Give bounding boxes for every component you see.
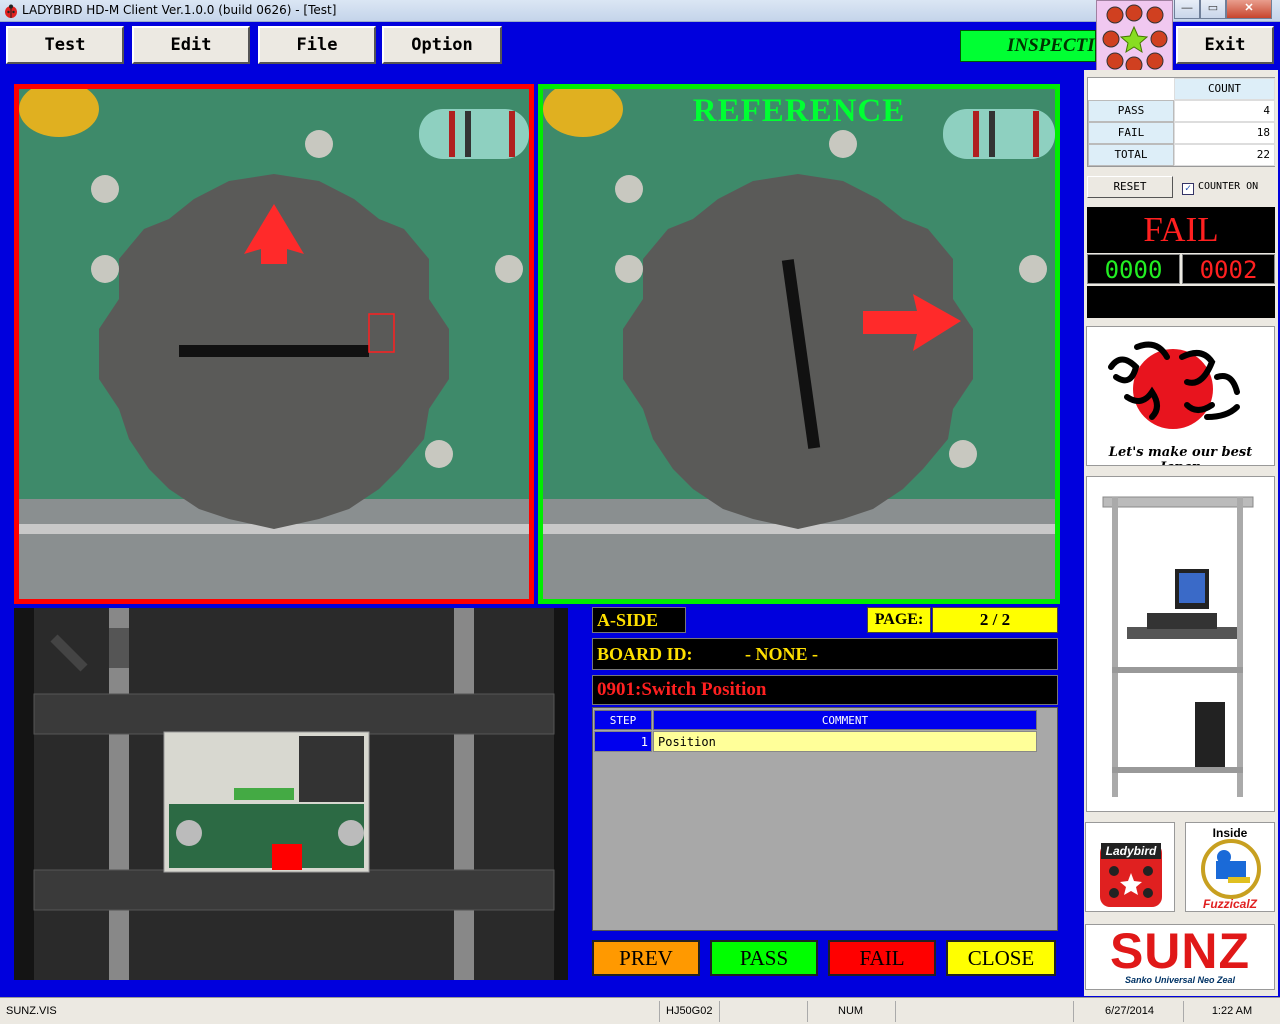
reference-label: REFERENCE (692, 93, 906, 129)
sunz-wordmark: SUNZ (1109, 924, 1251, 979)
file-button[interactable]: File (258, 26, 376, 64)
reset-button[interactable]: RESET (1087, 176, 1173, 198)
step-cell[interactable]: 1 (594, 731, 652, 752)
machine-photo (1086, 476, 1275, 812)
ladybird-label: Ladybird (1101, 843, 1161, 859)
status-cell-blank (898, 1001, 1074, 1022)
fuzzicalz-label: FuzzicalZ (1202, 897, 1257, 911)
status-bar: SUNZ.VIS HJ50G02 NUM 6/27/2014 1:22 AM (0, 997, 1280, 1024)
fail-digits: 0002 (1182, 254, 1275, 284)
judgement-blank-bar (1087, 286, 1275, 318)
part-name: 0901:Switch Position (592, 675, 1058, 705)
edit-button[interactable]: Edit (132, 26, 250, 64)
window-title: LADYBIRD HD-M Client Ver.1.0.0 (build 06… (22, 3, 337, 17)
total-count-row: TOTAL 22 (1088, 144, 1276, 166)
counter-header-row: COUNT (1088, 78, 1276, 100)
judgement-result: FAIL (1087, 207, 1275, 253)
fail-count-row: FAIL 18 (1088, 122, 1276, 144)
board-id-row: BOARD ID: - NONE - (592, 638, 1058, 670)
status-cell-empty (722, 1001, 808, 1022)
total-count-label: TOTAL (1088, 144, 1174, 166)
ganbaro-japan-logo: Let's make our best Japan (1086, 326, 1275, 466)
comment-header: COMMENT (653, 710, 1037, 730)
close-button[interactable]: CLOSE (946, 940, 1056, 976)
comment-cell[interactable]: Position (653, 731, 1037, 752)
step-table: STEP COMMENT 1 Position (592, 707, 1058, 931)
inspection-machine-image (1087, 477, 1274, 811)
close-window-button[interactable]: ✕ (1226, 0, 1272, 19)
counter-on-label: COUNTER ON (1198, 181, 1259, 192)
fail-button[interactable]: FAIL (828, 940, 936, 976)
side-label: A-SIDE (592, 607, 686, 633)
board-id-label: BOARD ID: (597, 644, 693, 664)
status-file: SUNZ.VIS (2, 1001, 660, 1022)
inside-label: Inside (1212, 826, 1248, 840)
count-header: COUNT (1174, 78, 1275, 100)
counter-table: COUNT PASS 4 FAIL 18 TOTAL 22 (1087, 77, 1275, 167)
total-count-value: 22 (1174, 144, 1275, 166)
status-time: 1:22 AM (1211, 1005, 1253, 1017)
test-button[interactable]: Test (6, 26, 124, 64)
pass-button[interactable]: PASS (710, 940, 818, 976)
reference-image[interactable]: REFERENCE (538, 84, 1060, 604)
pass-count-label: PASS (1088, 100, 1174, 122)
ladybug-spots-icon (1109, 866, 1153, 898)
option-button[interactable]: Option (382, 26, 502, 64)
board-overview-photo (14, 608, 568, 980)
checkmark-icon[interactable]: ✓ (1182, 183, 1194, 195)
pcb-reference-image (543, 89, 1055, 599)
maximize-button[interactable]: ▭ (1200, 0, 1226, 19)
exit-button[interactable]: Exit (1176, 26, 1274, 64)
minimize-button[interactable]: — (1174, 0, 1200, 19)
fail-count-label: FAIL (1088, 122, 1174, 144)
step-header: STEP (594, 710, 652, 730)
status-num: NUM (810, 1001, 896, 1022)
board-id-value: - NONE - (745, 644, 818, 664)
pass-digits: 0000 (1087, 254, 1180, 284)
prev-button[interactable]: PREV (592, 940, 700, 976)
counter-on-checkbox[interactable]: ✓ COUNTER ON (1182, 181, 1258, 195)
pass-count-row: PASS 4 (1088, 100, 1276, 122)
status-model: HJ50G02 (662, 1001, 720, 1022)
ganbaro-caption: Let's make our best Japan (1108, 445, 1253, 465)
status-date: 6/27/2014 (1076, 1001, 1184, 1022)
fuzzicalz-logo: Inside FuzzicalZ (1185, 822, 1275, 912)
board-overview-image[interactable] (14, 608, 568, 980)
inspection-indicator: INSPECTION (960, 30, 1096, 62)
page-value: 2 / 2 (932, 607, 1058, 633)
fuzzicalz-emblem-icon (1201, 839, 1261, 899)
ladybugs-star-icon (1102, 4, 1168, 74)
ladybird-mascot-tile (1096, 0, 1173, 77)
ladybug-app-icon (5, 4, 17, 18)
title-bar: LADYBIRD HD-M Client Ver.1.0.0 (build 06… (0, 0, 1280, 22)
sunz-logo: SUNZ Sanko Universal Neo Zeal (1085, 924, 1275, 990)
sunz-tagline: Sanko Universal Neo Zeal (1124, 975, 1236, 985)
page-label: PAGE: (867, 607, 931, 633)
fail-count-value: 18 (1174, 122, 1275, 144)
pcb-switch-image (19, 89, 529, 599)
inspection-image[interactable] (14, 84, 534, 604)
ladybird-logo: Ladybird (1085, 822, 1175, 912)
pass-count-value: 4 (1174, 100, 1275, 122)
